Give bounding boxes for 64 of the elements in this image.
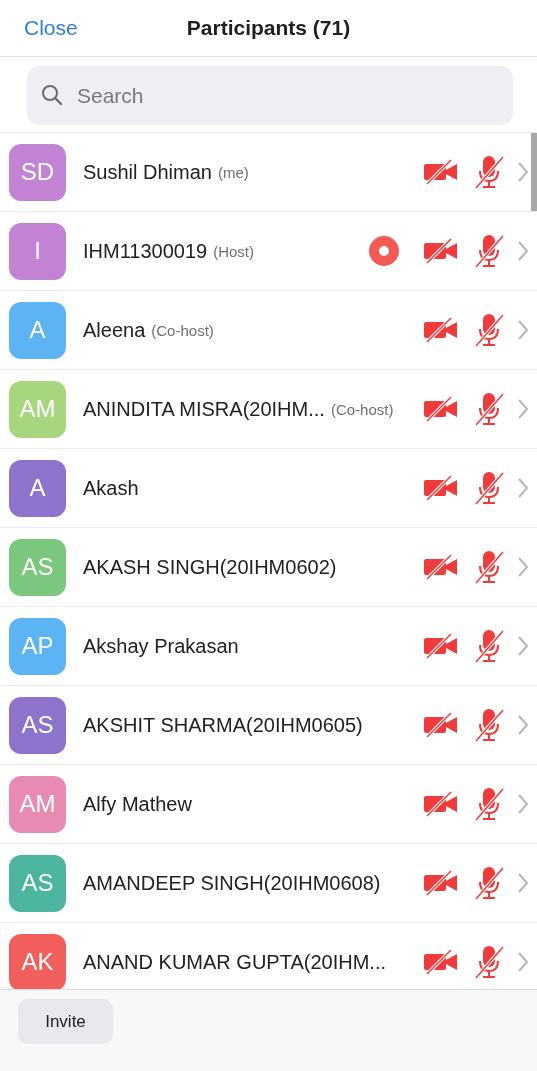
chevron-icon xyxy=(517,714,529,736)
avatar: AS xyxy=(9,538,66,596)
video-off-icon[interactable] xyxy=(423,159,459,185)
mic-off-icon[interactable] xyxy=(473,392,505,426)
chevron-icon xyxy=(517,319,529,341)
avatar: SD xyxy=(9,143,66,201)
chevron-icon xyxy=(517,872,529,894)
close-button[interactable]: Close xyxy=(24,16,78,40)
participant-name: Sushil Dhiman xyxy=(83,160,212,184)
avatar: AP xyxy=(9,617,66,675)
mic-off-icon[interactable] xyxy=(473,550,505,584)
participant-name: AKASH SINGH(20IHM0602) xyxy=(83,555,337,579)
video-off-icon[interactable] xyxy=(423,791,459,817)
avatar: A xyxy=(9,301,66,359)
chevron-icon xyxy=(517,398,529,420)
chevron-icon xyxy=(517,556,529,578)
mic-off-icon[interactable] xyxy=(473,708,505,742)
role-label: (Host) xyxy=(213,242,254,260)
chevron-icon xyxy=(517,635,529,657)
role-label: (Co-host) xyxy=(330,400,394,418)
video-off-icon[interactable] xyxy=(423,633,459,659)
avatar: AS xyxy=(9,854,66,912)
video-off-icon[interactable] xyxy=(423,870,459,896)
chevron-icon xyxy=(517,951,529,973)
avatar: AM xyxy=(9,775,66,833)
video-off-icon[interactable] xyxy=(423,712,459,738)
avatar: I xyxy=(9,222,66,280)
participant-name: Akash xyxy=(83,476,139,500)
video-off-icon[interactable] xyxy=(423,554,459,580)
avatar: AS xyxy=(9,696,66,754)
participant-name: Akshay Prakasan xyxy=(83,634,239,658)
chevron-icon xyxy=(517,477,529,499)
chevron-icon xyxy=(517,793,529,815)
chevron-icon xyxy=(517,240,529,262)
participant-name: AMANDEEP SINGH(20IHM0608) xyxy=(83,871,381,895)
mic-off-icon[interactable] xyxy=(473,234,505,268)
avatar: AK xyxy=(9,933,66,989)
role-label: (me) xyxy=(217,163,249,181)
video-off-icon[interactable] xyxy=(423,949,459,975)
video-off-icon[interactable] xyxy=(423,317,459,343)
participant-name: ANINDITA MISRA(20IHM... xyxy=(83,397,325,421)
screen-title: Participants (71) xyxy=(186,16,351,40)
mic-off-icon[interactable] xyxy=(473,866,505,900)
video-off-icon[interactable] xyxy=(423,238,459,264)
video-off-icon[interactable] xyxy=(423,396,459,422)
participant-name: Alfy Mathew xyxy=(83,792,192,816)
avatar: A xyxy=(9,459,66,517)
participant-name: IHM11300019 xyxy=(83,239,208,263)
role-label: (Co-host) xyxy=(151,321,214,339)
search-field[interactable]: Search xyxy=(27,66,513,125)
mic-off-icon[interactable] xyxy=(473,313,505,347)
mic-off-icon[interactable] xyxy=(473,471,505,505)
avatar: AM xyxy=(9,380,66,438)
mic-off-icon[interactable] xyxy=(473,945,505,979)
mic-off-icon[interactable] xyxy=(473,629,505,663)
video-off-icon[interactable] xyxy=(423,475,459,501)
mic-off-icon[interactable] xyxy=(473,155,505,189)
participant-name: ANAND KUMAR GUPTA(20IHM... xyxy=(83,950,386,974)
search-icon xyxy=(40,83,64,107)
chevron-icon xyxy=(517,161,529,183)
invite-button[interactable]: Invite xyxy=(18,999,113,1044)
mic-off-icon[interactable] xyxy=(473,787,505,821)
participant-name: Aleena xyxy=(83,318,146,342)
participant-name: AKSHIT SHARMA(20IHM0605) xyxy=(83,713,363,737)
